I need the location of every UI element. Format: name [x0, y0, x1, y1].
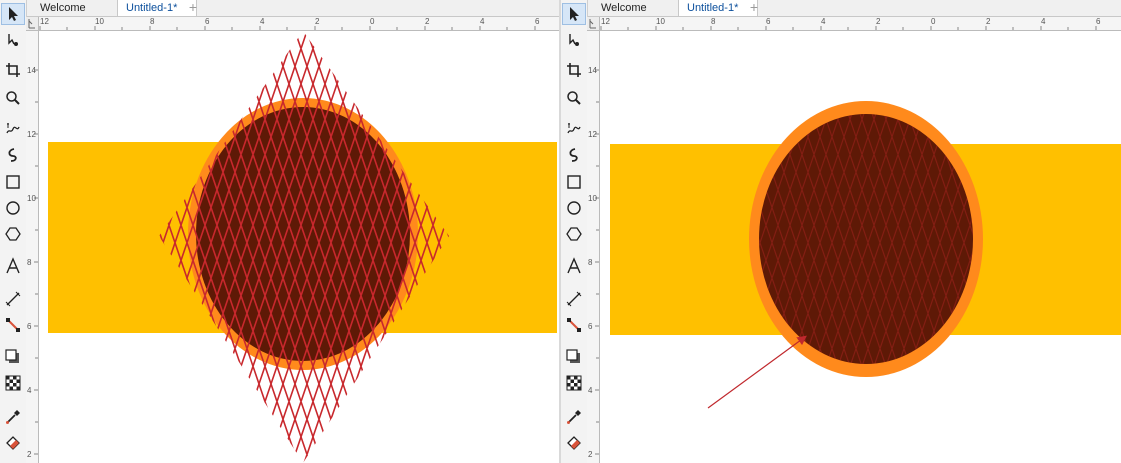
ruler-label: 2	[876, 17, 881, 26]
ruler-label: 6	[205, 17, 210, 26]
ruler-label: 4	[27, 386, 32, 395]
ruler-label: 6	[588, 322, 593, 331]
ruler-label: 12	[601, 17, 610, 26]
freehand-tool-icon[interactable]	[1, 117, 25, 139]
pick-tool-icon[interactable]	[1, 3, 25, 25]
ruler-origin-icon[interactable]	[26, 17, 39, 31]
ruler-label: 0	[931, 17, 936, 26]
ruler-label: 4	[821, 17, 826, 26]
toolbox	[0, 0, 27, 463]
ruler-label: 2	[588, 450, 593, 459]
tab-welcome-screen[interactable]: Welcome Screen	[593, 0, 689, 30]
ruler-ticks	[595, 69, 599, 455]
horizontal-ruler[interactable]: 12 10 8 6 4 2 0 2 4 6	[587, 17, 1121, 31]
eyedropper-tool-icon[interactable]	[1, 406, 25, 428]
toolbox	[561, 0, 588, 463]
polygon-tool-icon[interactable]	[562, 223, 586, 245]
text-tool-icon[interactable]	[562, 255, 586, 277]
document-tab-bar: Welcome Screen Untitled-1* +	[0, 0, 560, 30]
ruler-label: 0	[370, 17, 375, 26]
drop-shadow-tool-icon[interactable]	[562, 346, 586, 368]
shape-tool-icon[interactable]	[562, 29, 586, 51]
eyedropper-tool-icon[interactable]	[562, 406, 586, 428]
ellipse-tool-icon[interactable]	[562, 197, 586, 219]
ruler-label: 2	[425, 17, 430, 26]
ruler-label: 6	[535, 17, 540, 26]
drawing-artwork	[48, 31, 557, 463]
ruler-origin-icon[interactable]	[587, 17, 600, 31]
ruler-label: 14	[588, 66, 597, 75]
add-document-icon[interactable]: +	[745, 0, 763, 16]
ruler-label: 6	[1096, 17, 1101, 26]
pick-tool-icon[interactable]	[562, 3, 586, 25]
drawing-canvas[interactable]	[39, 31, 560, 463]
artistic-media-tool-icon[interactable]	[562, 144, 586, 166]
interactive-fill-tool-icon[interactable]	[562, 432, 586, 454]
ruler-label: 14	[27, 66, 36, 75]
ruler-label: 12	[27, 130, 36, 139]
text-tool-icon[interactable]	[1, 255, 25, 277]
add-document-icon[interactable]: +	[184, 0, 202, 16]
drop-shadow-tool-icon[interactable]	[1, 346, 25, 368]
ruler-label: 2	[986, 17, 991, 26]
rectangle-tool-icon[interactable]	[562, 171, 586, 193]
ruler-label: 12	[40, 17, 49, 26]
ruler-label: 8	[711, 17, 716, 26]
ruler-label: 4	[1041, 17, 1046, 26]
ruler-ticks	[34, 69, 38, 455]
ruler-label: 12	[588, 130, 597, 139]
crop-tool-icon[interactable]	[562, 59, 586, 81]
transparency-tool-icon[interactable]	[562, 372, 586, 394]
horizontal-ruler[interactable]: 12 10 8 6 4 2 0 2 4 6	[26, 17, 560, 31]
parallel-dimension-tool-icon[interactable]	[1, 288, 25, 310]
zoom-tool-icon[interactable]	[1, 87, 25, 109]
connector-tool-icon[interactable]	[562, 314, 586, 336]
shape-tool-icon[interactable]	[1, 29, 25, 51]
vertical-ruler[interactable]: 14 12 10 8 6 4 2	[26, 30, 39, 463]
tab-welcome-screen[interactable]: Welcome Screen	[32, 0, 128, 30]
ruler-label: 2	[315, 17, 320, 26]
ruler-label: 4	[588, 386, 593, 395]
document-tab-bar: Welcome Screen Untitled-1* +	[561, 0, 1121, 30]
polygon-tool-icon[interactable]	[1, 223, 25, 245]
crop-tool-icon[interactable]	[1, 59, 25, 81]
ruler-label: 8	[588, 258, 593, 267]
ruler-label: 6	[766, 17, 771, 26]
rectangle-tool-icon[interactable]	[1, 171, 25, 193]
drawing-artwork	[610, 101, 1121, 409]
ruler-label: 4	[480, 17, 485, 26]
ruler-label: 6	[27, 322, 32, 331]
ruler-label: 10	[27, 194, 36, 203]
ruler-label: 10	[588, 194, 597, 203]
ruler-label: 10	[95, 17, 104, 26]
zoom-tool-icon[interactable]	[562, 87, 586, 109]
parallel-dimension-tool-icon[interactable]	[562, 288, 586, 310]
panel-after: Welcome Screen Untitled-1* +	[561, 0, 1121, 463]
transparency-tool-icon[interactable]	[1, 372, 25, 394]
ruler-label: 8	[150, 17, 155, 26]
panel-before: Welcome Screen Untitled-1* +	[0, 0, 560, 463]
ruler-label: 2	[27, 450, 32, 459]
freehand-tool-icon[interactable]	[562, 117, 586, 139]
ruler-label: 8	[27, 258, 32, 267]
pointer-arrow	[707, 335, 807, 409]
ruler-label: 4	[260, 17, 265, 26]
drawing-canvas[interactable]	[600, 31, 1121, 463]
ruler-label: 10	[656, 17, 665, 26]
vertical-ruler[interactable]: 14 12 10 8 6 4 2	[587, 30, 600, 463]
ellipse-tool-icon[interactable]	[1, 197, 25, 219]
connector-tool-icon[interactable]	[1, 314, 25, 336]
interactive-fill-tool-icon[interactable]	[1, 432, 25, 454]
artistic-media-tool-icon[interactable]	[1, 144, 25, 166]
